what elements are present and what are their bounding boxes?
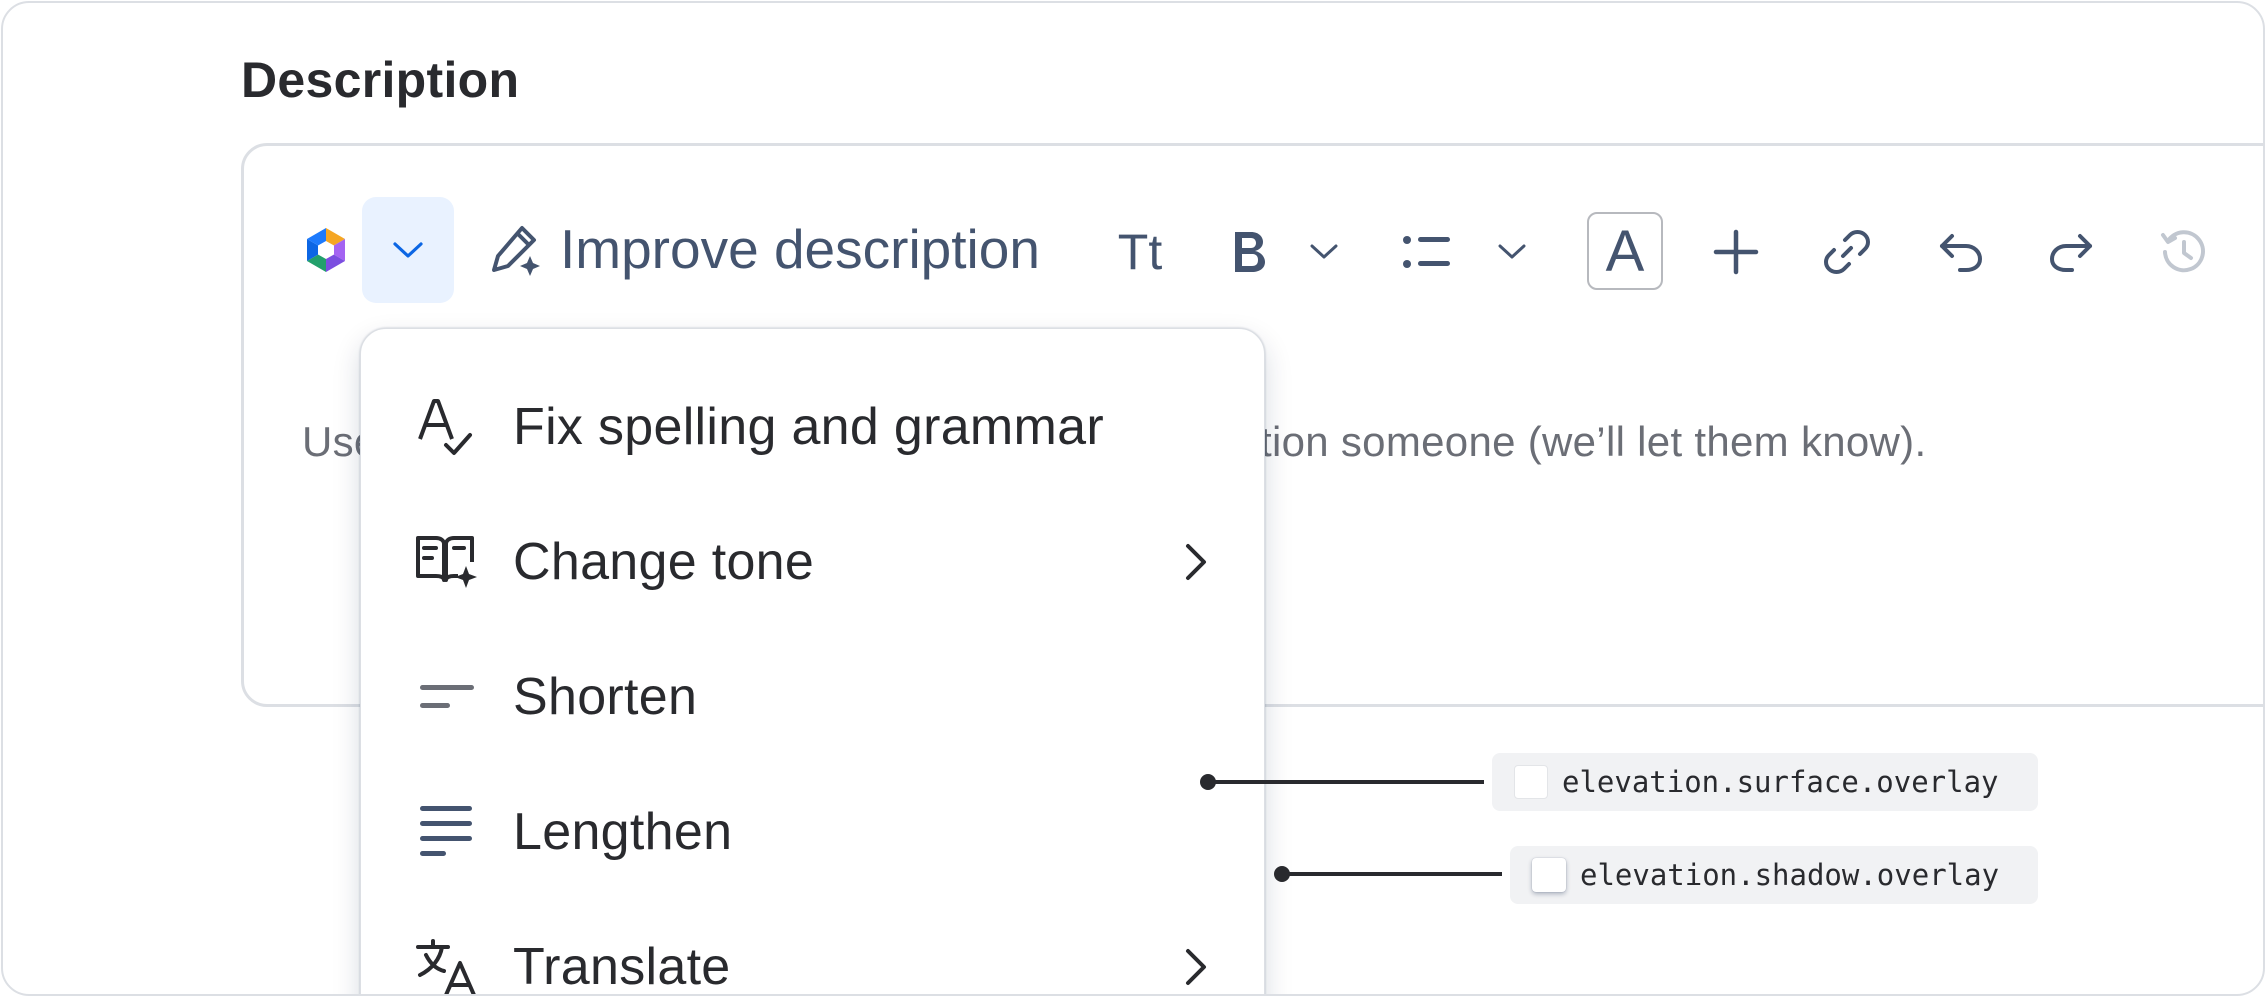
- menu-item-change-tone[interactable]: Change tone: [361, 497, 1266, 627]
- plus-icon: [1713, 229, 1759, 275]
- editor-toolbar: Improve description Tt A: [244, 146, 2263, 303]
- improve-description-button[interactable]: Improve description: [488, 216, 1040, 282]
- editor-placeholder-end: tion someone (we’ll let them know).: [1260, 418, 1927, 465]
- field-title: Description: [241, 52, 520, 108]
- undo-button[interactable]: [1932, 224, 1988, 280]
- menu-item-label: Shorten: [513, 668, 698, 726]
- annotation-shadow-overlay: elevation.shadow.overlay: [1510, 846, 2038, 904]
- link-icon: [1823, 228, 1871, 276]
- redo-button[interactable]: [2044, 224, 2100, 280]
- insert-link-button[interactable]: [1819, 224, 1875, 280]
- ai-menu-toggle-button[interactable]: [362, 197, 454, 303]
- shorten-lines-icon: [413, 664, 479, 730]
- bullet-list-button[interactable]: [1399, 224, 1455, 280]
- menu-item-lengthen[interactable]: Lengthen: [361, 767, 1266, 897]
- redo-icon: [2048, 230, 2096, 274]
- lengthen-lines-icon: [413, 799, 479, 865]
- bullet-list-icon: [1402, 232, 1452, 272]
- list-options-button[interactable]: [1492, 224, 1532, 280]
- bold-button[interactable]: [1224, 224, 1274, 280]
- annotation-surface-overlay: elevation.surface.overlay: [1492, 753, 2038, 811]
- version-history-button[interactable]: [2156, 224, 2212, 280]
- chevron-right-icon: [1176, 534, 1216, 590]
- menu-item-translate[interactable]: Translate: [361, 902, 1266, 996]
- history-icon: [2159, 227, 2209, 277]
- improve-description-label: Improve description: [560, 218, 1040, 280]
- undo-icon: [1936, 230, 1984, 274]
- more-formatting-button[interactable]: [1304, 224, 1344, 280]
- translate-icon: [413, 934, 479, 994]
- chevron-down-icon: [1308, 242, 1340, 262]
- chevron-down-icon: [391, 239, 425, 261]
- menu-item-fix-spelling[interactable]: Fix spelling and grammar: [361, 362, 1266, 492]
- chevron-down-icon: [1496, 242, 1528, 262]
- color-swatch: [1514, 765, 1548, 799]
- text-style-button[interactable]: Tt: [1112, 224, 1168, 280]
- book-sparkle-icon: [413, 529, 479, 595]
- menu-item-label: Change tone: [513, 533, 815, 591]
- pencil-sparkle-icon: [488, 222, 542, 276]
- menu-item-shorten[interactable]: Shorten: [361, 632, 1266, 762]
- annotation-leader-surface: [1208, 780, 1484, 784]
- menu-item-label: Fix spelling and grammar: [513, 398, 1104, 456]
- atlassian-ai-logo-icon: [302, 226, 350, 274]
- text-color-button[interactable]: A: [1587, 212, 1663, 290]
- menu-item-label: Translate: [513, 938, 731, 996]
- menu-item-label: Lengthen: [513, 803, 733, 861]
- chevron-right-icon: [1176, 939, 1216, 994]
- insert-button[interactable]: [1709, 224, 1763, 280]
- spellcheck-icon: [413, 394, 479, 460]
- token-label: elevation.surface.overlay: [1562, 765, 1999, 799]
- ai-actions-menu: Fix spelling and grammar Change tone Sho…: [360, 328, 1266, 996]
- canvas-frame: Description Improve description Tt A Use…: [1, 1, 2265, 996]
- bold-icon: [1229, 228, 1269, 276]
- token-label: elevation.shadow.overlay: [1580, 858, 2000, 892]
- annotation-leader-shadow: [1282, 872, 1502, 876]
- shadow-swatch: [1532, 858, 1566, 892]
